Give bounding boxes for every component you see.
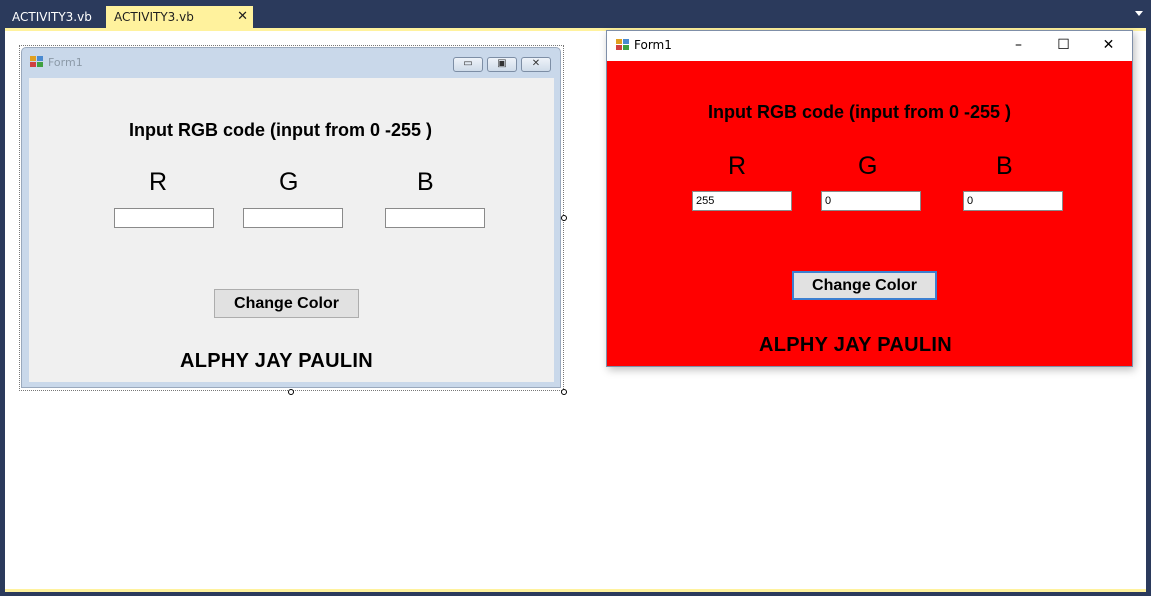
tab-dropdown-icon[interactable] <box>1135 11 1143 16</box>
document-tab-bar: ACTIVITY3.vb ACTIVITY3.vb [Design]✕ <box>0 0 1151 46</box>
close-tab-icon[interactable]: ✕ <box>237 6 248 28</box>
r-label: R <box>728 152 747 180</box>
form-icon <box>616 39 630 51</box>
design-form-window[interactable]: Form1 ▭ ▣ ✕ Input RGB code (input from 0… <box>21 47 561 388</box>
tab-activity3-design[interactable]: ACTIVITY3.vb [Design]✕ <box>106 6 253 46</box>
change-color-button[interactable]: Change Color <box>214 289 359 318</box>
change-color-button[interactable]: Change Color <box>792 271 937 300</box>
r-input[interactable] <box>114 208 214 228</box>
r-input[interactable] <box>692 191 792 211</box>
tab-label: ACTIVITY3.vb <box>12 10 92 24</box>
g-input[interactable] <box>821 191 921 211</box>
g-input[interactable] <box>243 208 343 228</box>
maximize-icon[interactable]: ☐ <box>1041 31 1086 60</box>
author-name-label: ALPHY JAY PAULIN <box>759 334 953 356</box>
b-label: B <box>417 168 434 196</box>
close-icon[interactable]: ✕ <box>1086 31 1131 60</box>
running-form-title: Form1 <box>616 38 672 52</box>
r-label: R <box>149 168 168 196</box>
design-form-title: Form1 <box>30 56 83 69</box>
minimize-icon[interactable]: – <box>996 31 1041 60</box>
close-icon: ✕ <box>521 57 551 72</box>
design-form-client: Input RGB code (input from 0 -255 ) R G … <box>29 78 554 382</box>
b-input[interactable] <box>963 191 1063 211</box>
g-label: G <box>279 168 299 196</box>
running-form-window[interactable]: Form1 – ☐ ✕ Input RGB code (input from 0… <box>606 30 1133 367</box>
heading-label: Input RGB code (input from 0 -255 ) <box>129 120 433 140</box>
b-label: B <box>996 152 1013 180</box>
running-form-client: Input RGB code (input from 0 -255 ) R G … <box>607 61 1132 366</box>
maximize-icon: ▣ <box>487 57 517 72</box>
resize-handle-corner[interactable] <box>561 389 567 395</box>
tab-activity3-code[interactable]: ACTIVITY3.vb <box>4 6 100 28</box>
resize-handle-bottom[interactable] <box>288 389 294 395</box>
author-name-label: ALPHY JAY PAULIN <box>180 350 374 372</box>
heading-label: Input RGB code (input from 0 -255 ) <box>708 102 1012 122</box>
b-input[interactable] <box>385 208 485 228</box>
resize-handle-right[interactable] <box>561 215 567 221</box>
minimize-icon: ▭ <box>453 57 483 72</box>
g-label: G <box>858 152 878 180</box>
form-icon <box>30 56 44 68</box>
